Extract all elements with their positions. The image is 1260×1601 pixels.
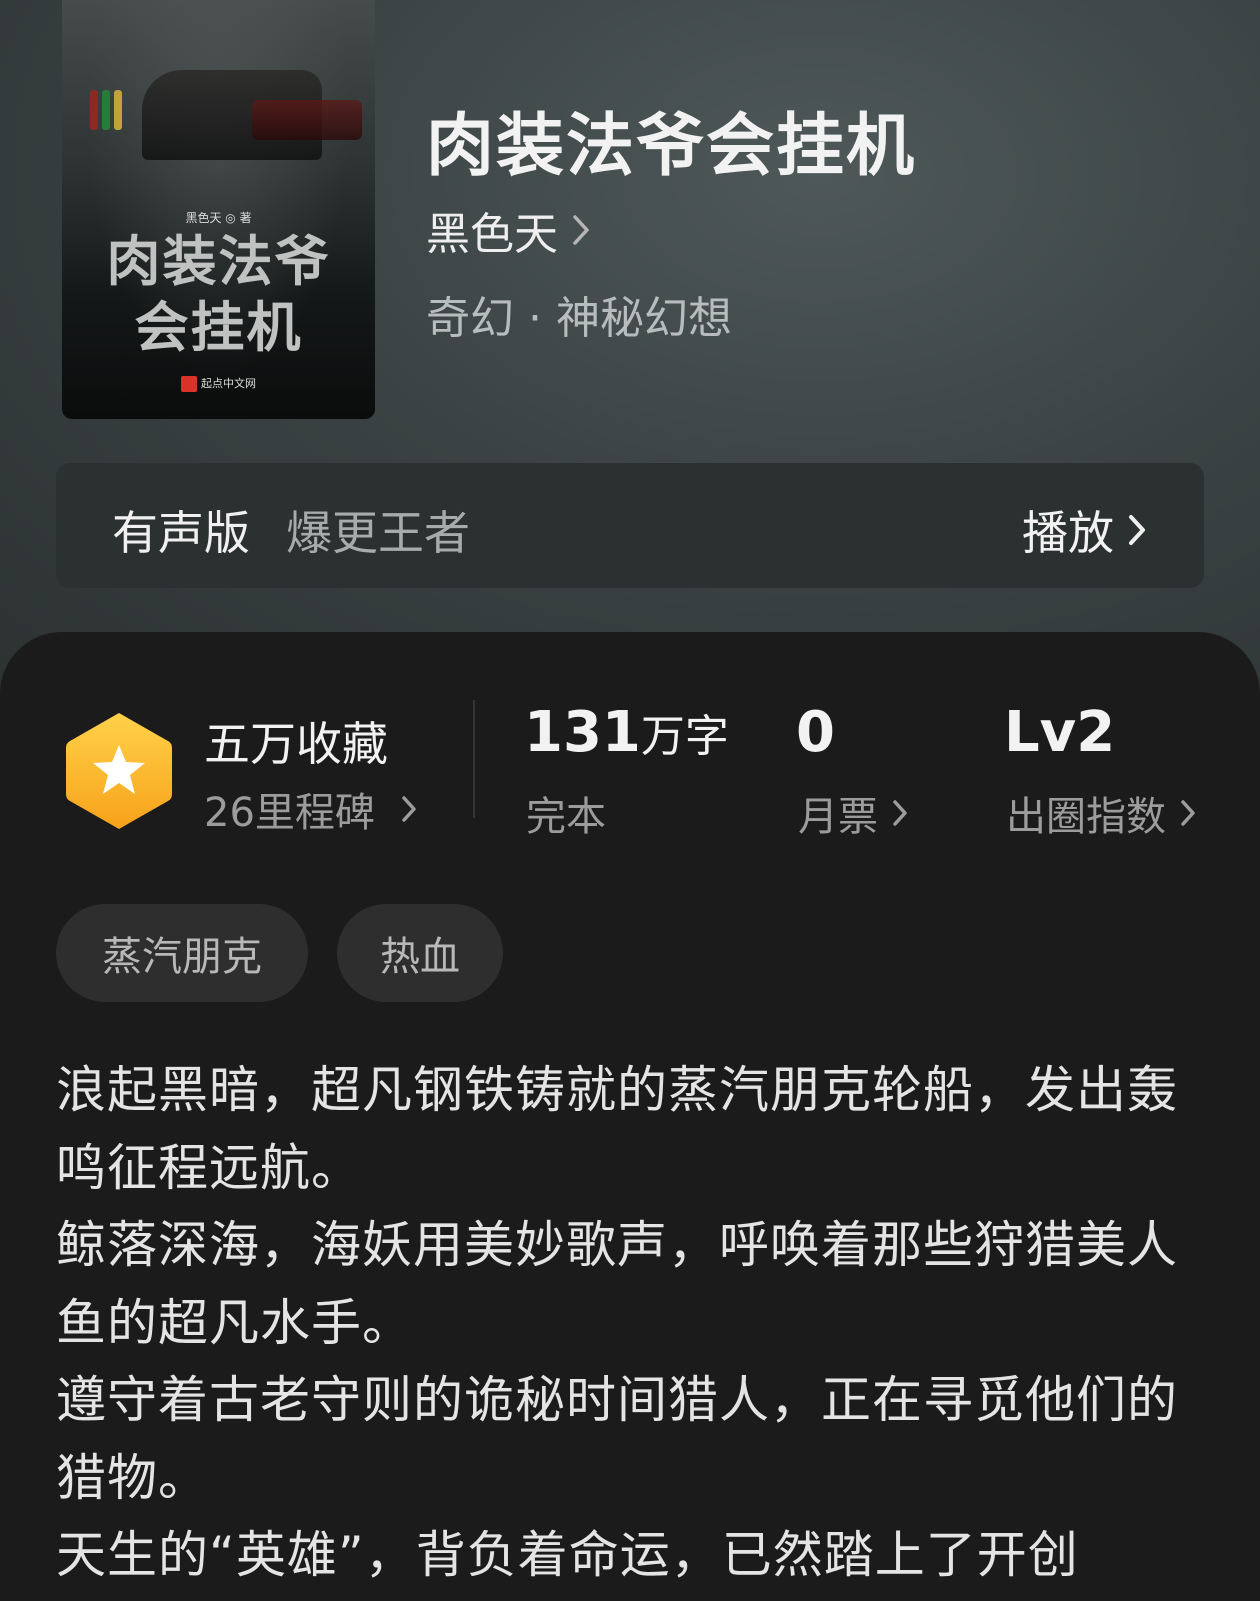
milestone-text: 26里程碑 [204,790,375,836]
influence-label: 出圈指数 [1006,794,1166,840]
word-count-unit: 万字 [640,711,729,762]
monthly-ticket-label: 月票 [798,794,878,840]
book-cover[interactable]: 黑色天 ◎ 著 肉装法爷 会挂机 起点中文网 [62,0,375,419]
book-description[interactable]: 浪起黑暗，超凡钢铁铸就的蒸汽朋克轮船，发出轰鸣征程远航。 鲸落深海，海妖用美妙歌… [56,1052,1216,1595]
tag-chip[interactable]: 蒸汽朋克 [56,904,308,1002]
audio-name: 爆更王者 [286,506,470,560]
cover-publisher: 起点中文网 [62,375,375,392]
tag-chip[interactable]: 热血 [337,904,503,1002]
cover-author-line: 黑色天 ◎ 著 [185,211,252,225]
star-hexagon-icon[interactable] [64,710,174,832]
cover-title-line1: 肉装法爷 [106,229,331,293]
description-paragraph: 天生的“英雄”，背负着命运，已然踏上了开创 [56,1526,1079,1584]
chevron-right-icon [893,800,907,826]
author-name: 黑色天 [426,209,558,260]
chevron-right-icon [402,796,416,822]
audio-version-bar[interactable]: 有声版 爆更王者 播放 [56,463,1204,588]
word-count-number: 131 [524,700,641,765]
word-count: 131万字 [524,700,729,765]
cover-train-car [252,100,362,140]
book-title: 肉装法爷会挂机 [426,106,917,186]
cover-lamp-red [90,90,98,130]
collect-count[interactable]: 五万收藏 [204,708,388,774]
influence-level: Lv2 [1004,700,1116,765]
publisher-logo-icon [181,376,197,392]
completion-status: 完本 [526,794,606,840]
monthly-ticket-count: 0 [796,700,835,765]
monthly-ticket-link[interactable]: 月票 [798,784,908,842]
audio-label: 有声版 [112,506,250,560]
cover-lamp-yellow [114,90,122,130]
cover-publisher-text: 起点中文网 [201,377,256,390]
author-link[interactable]: 黑色天 [426,198,590,262]
description-paragraph: 浪起黑暗，超凡钢铁铸就的蒸汽朋克轮船，发出轰鸣征程远航。 [56,1061,1178,1197]
cover-title: 肉装法爷 会挂机 [62,228,375,360]
description-paragraph: 遵守着古老守则的诡秘时间猎人，正在寻觅他们的猎物。 [56,1371,1178,1507]
play-button[interactable]: 播放 [1022,497,1146,563]
cover-title-line2: 会挂机 [134,295,303,359]
description-paragraph: 鲸落深海，海妖用美妙歌声，呼唤着那些狩猎美人鱼的超凡水手。 [56,1216,1178,1352]
status-label: 完本 [526,784,606,842]
chevron-right-icon [1181,800,1195,826]
book-genre[interactable]: 奇幻 · 神秘幻想 [426,282,732,346]
cover-lamp-green [102,90,110,130]
chevron-right-icon [1129,515,1145,545]
milestone-link[interactable]: 26里程碑 [204,780,417,838]
play-label: 播放 [1022,506,1114,560]
influence-link[interactable]: 出圈指数 [1006,784,1196,842]
stats-divider [473,700,475,818]
chevron-right-icon [573,215,589,245]
